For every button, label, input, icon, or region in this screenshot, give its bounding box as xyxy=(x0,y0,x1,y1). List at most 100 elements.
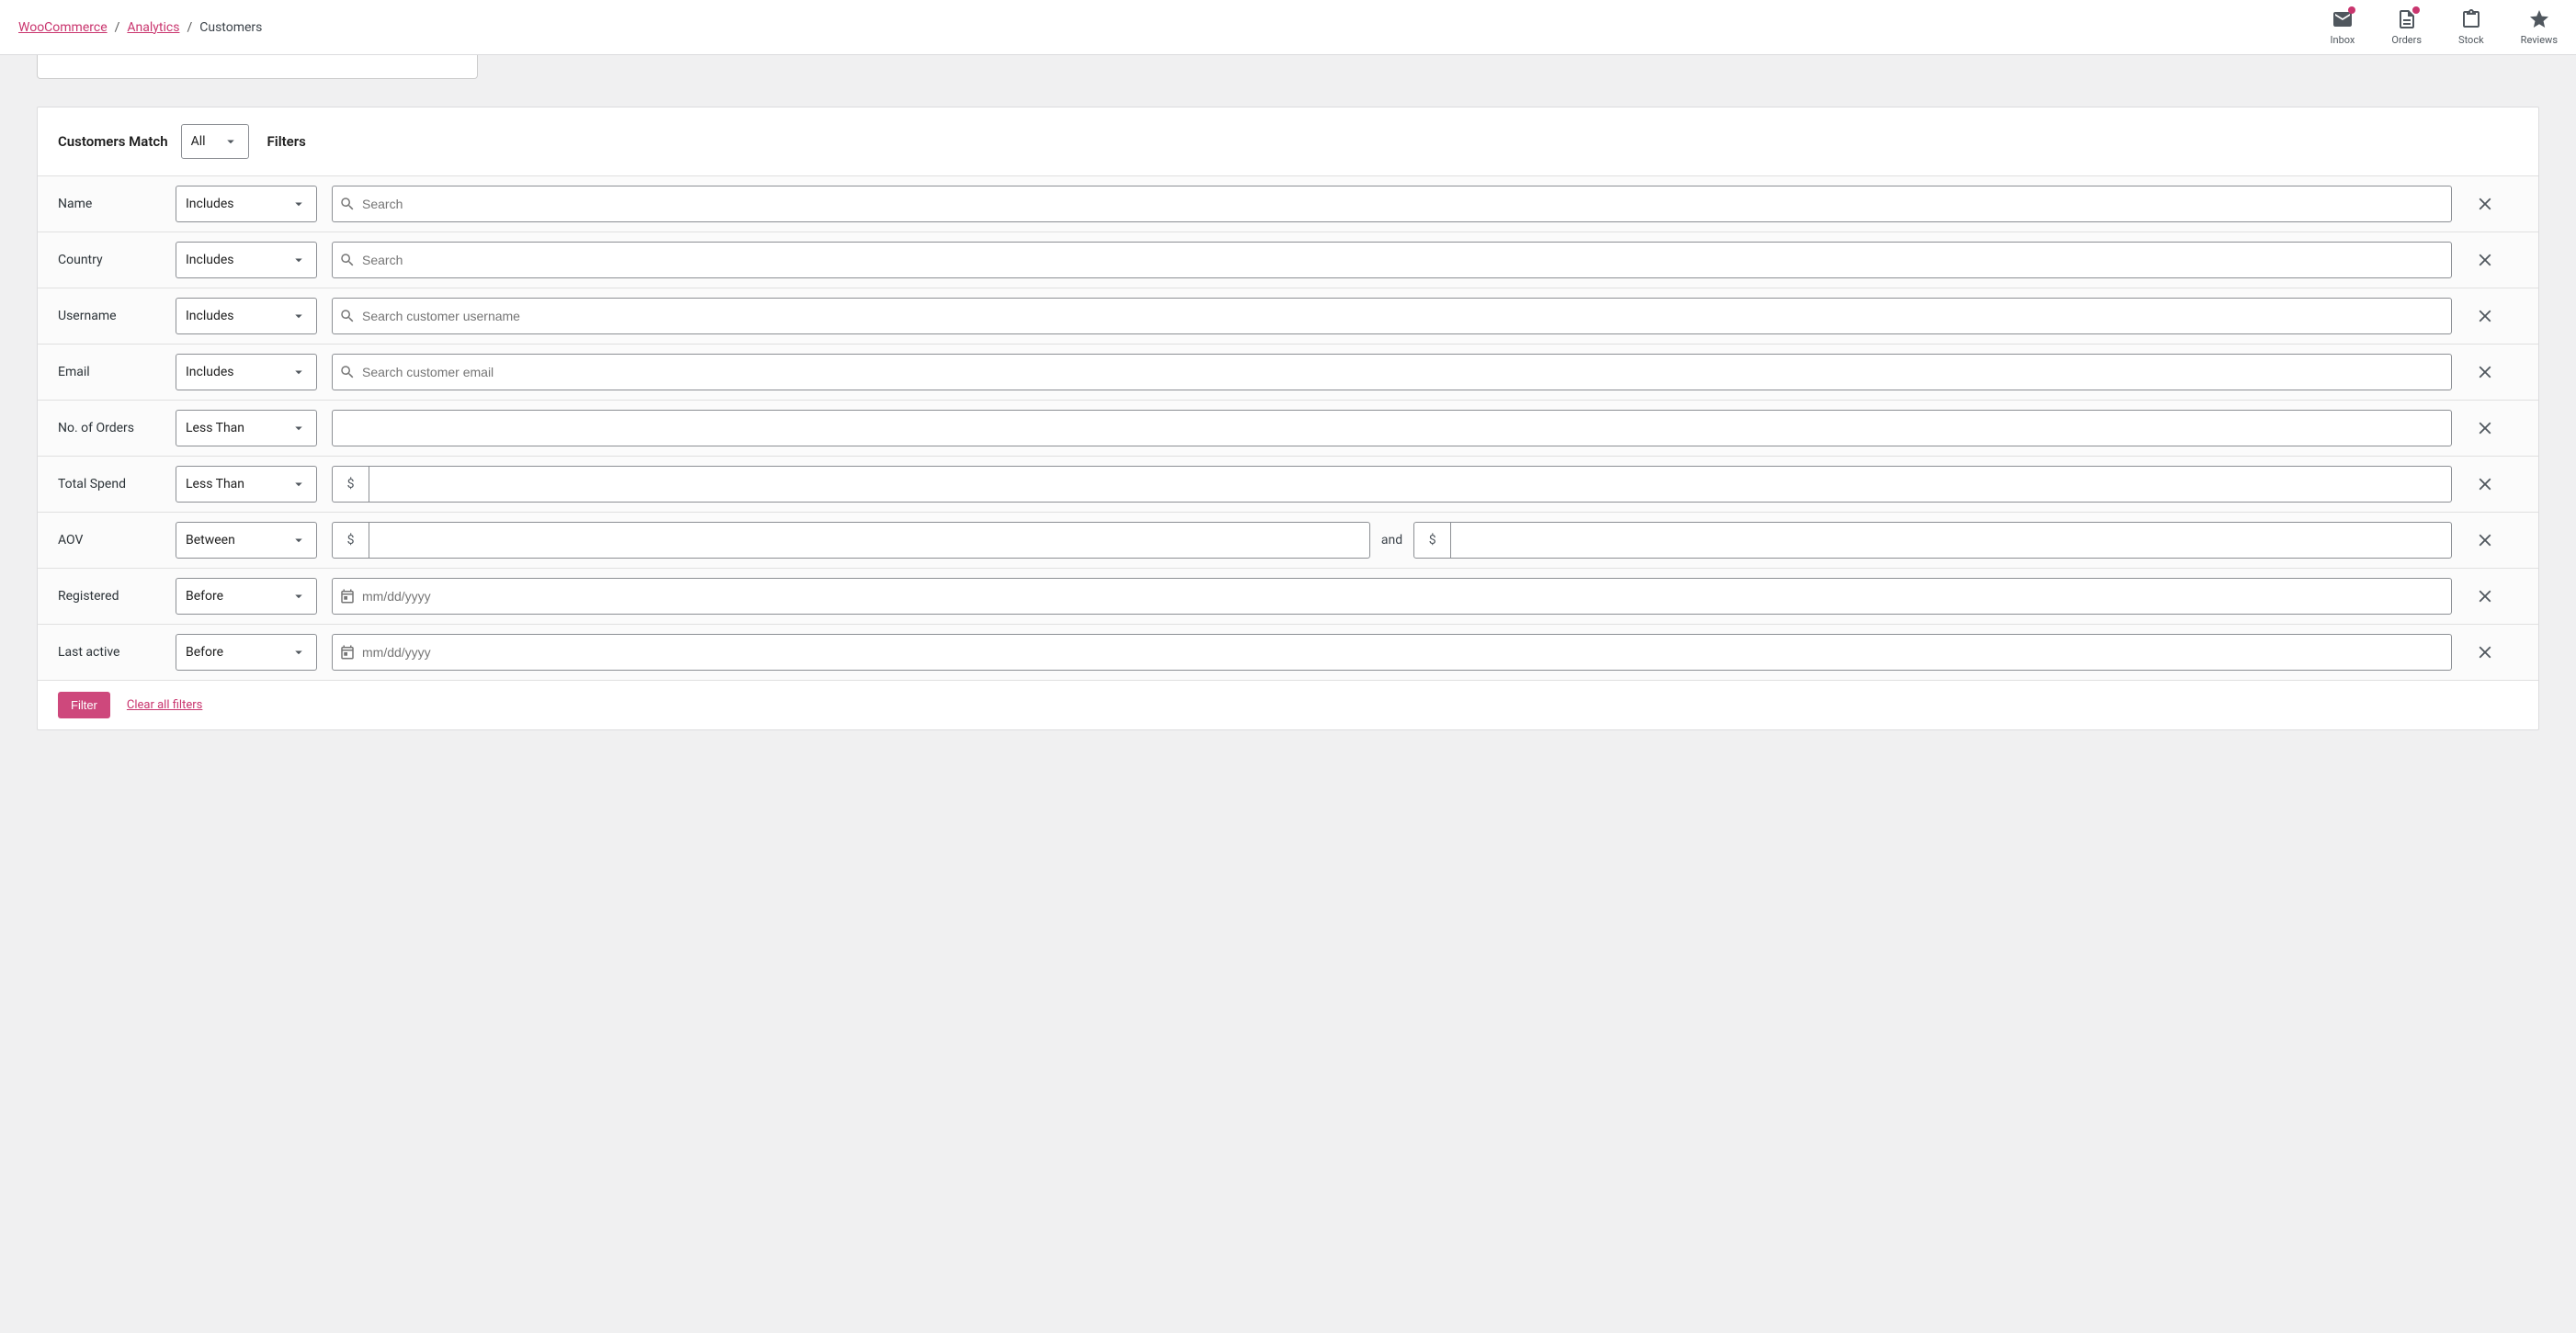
filters-label: Filters xyxy=(267,133,306,150)
registered-date-input[interactable] xyxy=(362,579,2451,614)
customers-match-label: Customers Match xyxy=(58,133,168,150)
chevron-down-icon xyxy=(290,532,307,548)
spend-input[interactable] xyxy=(369,467,2451,502)
nav-reviews-label: Reviews xyxy=(2521,34,2558,46)
breadcrumb-analytics[interactable]: Analytics xyxy=(127,20,179,35)
aov-min-input[interactable] xyxy=(369,523,1369,558)
calendar-icon xyxy=(333,588,362,604)
spend-input-wrap: $ xyxy=(332,466,2452,503)
breadcrumb-current: Customers xyxy=(199,20,262,35)
aov-operator-select[interactable]: Between xyxy=(176,522,317,559)
close-icon xyxy=(2475,418,2495,438)
filter-row-username: Username Includes xyxy=(38,288,2538,345)
remove-username-filter[interactable] xyxy=(2467,298,2503,334)
operator-value: Before xyxy=(186,589,223,604)
remove-registered-filter[interactable] xyxy=(2467,578,2503,615)
remove-country-filter[interactable] xyxy=(2467,242,2503,278)
close-icon xyxy=(2475,642,2495,662)
name-operator-select[interactable]: Includes xyxy=(176,186,317,222)
operator-value: Includes xyxy=(186,197,234,211)
remove-aov-filter[interactable] xyxy=(2467,522,2503,559)
row-label: Registered xyxy=(58,589,161,604)
nav-stock-label: Stock xyxy=(2458,34,2484,46)
registered-operator-select[interactable]: Before xyxy=(176,578,317,615)
chevron-down-icon xyxy=(290,364,307,380)
filters-card: Customers Match All Filters Name Include… xyxy=(37,107,2539,730)
currency-symbol: $ xyxy=(333,523,369,558)
operator-value: Less Than xyxy=(186,477,244,491)
notification-dot xyxy=(2412,6,2420,14)
username-search-input[interactable] xyxy=(362,299,2451,333)
close-icon xyxy=(2475,362,2495,382)
row-label: Country xyxy=(58,253,161,267)
nav-reviews[interactable]: Reviews xyxy=(2521,8,2558,46)
row-label: AOV xyxy=(58,533,161,548)
breadcrumb-woocommerce[interactable]: WooCommerce xyxy=(18,20,108,35)
chevron-down-icon xyxy=(290,644,307,661)
username-search-wrap xyxy=(332,298,2452,334)
email-search-wrap xyxy=(332,354,2452,390)
row-label: Total Spend xyxy=(58,477,161,491)
filter-row-orders: No. of Orders Less Than xyxy=(38,401,2538,457)
row-label: Username xyxy=(58,309,161,323)
filter-button[interactable]: Filter xyxy=(58,692,110,718)
orders-input[interactable] xyxy=(333,411,2451,446)
email-operator-select[interactable]: Includes xyxy=(176,354,317,390)
remove-orders-filter[interactable] xyxy=(2467,410,2503,446)
notification-dot xyxy=(2348,6,2355,14)
aov-max-wrap: $ xyxy=(1413,522,2452,559)
calendar-icon xyxy=(333,644,362,661)
aov-max-input[interactable] xyxy=(1451,523,2451,558)
username-operator-select[interactable]: Includes xyxy=(176,298,317,334)
clear-filters-link[interactable]: Clear all filters xyxy=(127,698,202,712)
stock-icon xyxy=(2460,8,2482,30)
close-icon xyxy=(2475,306,2495,326)
country-search-wrap xyxy=(332,242,2452,278)
remove-spend-filter[interactable] xyxy=(2467,466,2503,503)
filters-card-header: Customers Match All Filters xyxy=(38,107,2538,176)
chevron-down-icon xyxy=(290,308,307,324)
country-operator-select[interactable]: Includes xyxy=(176,242,317,278)
match-select[interactable]: All xyxy=(181,124,249,159)
email-search-input[interactable] xyxy=(362,355,2451,390)
close-icon xyxy=(2475,194,2495,214)
name-search-input[interactable] xyxy=(362,186,2451,221)
operator-value: Includes xyxy=(186,309,234,323)
filter-row-aov: AOV Between $ and $ xyxy=(38,513,2538,569)
row-label: Email xyxy=(58,365,161,379)
orders-input-wrap xyxy=(332,410,2452,446)
breadcrumb-sep: / xyxy=(115,20,120,35)
country-search-input[interactable] xyxy=(362,243,2451,277)
aov-between-wrap: $ and $ xyxy=(332,522,2452,559)
close-icon xyxy=(2475,586,2495,606)
last-active-operator-select[interactable]: Before xyxy=(176,634,317,671)
row-label: No. of Orders xyxy=(58,421,161,435)
chevron-down-icon xyxy=(290,476,307,492)
search-icon xyxy=(333,364,362,380)
last-active-date-input[interactable] xyxy=(362,635,2451,670)
nav-inbox[interactable]: Inbox xyxy=(2331,8,2355,46)
operator-value: Between xyxy=(186,533,235,548)
top-nav: Inbox Orders Stock Reviews xyxy=(2331,8,2558,46)
chevron-down-icon xyxy=(222,133,239,150)
previous-control-truncated xyxy=(37,55,478,79)
currency-symbol: $ xyxy=(333,467,369,502)
chevron-down-icon xyxy=(290,588,307,604)
remove-email-filter[interactable] xyxy=(2467,354,2503,390)
operator-value: Includes xyxy=(186,253,234,267)
nav-orders-label: Orders xyxy=(2391,34,2422,46)
filter-row-email: Email Includes xyxy=(38,345,2538,401)
filter-row-name: Name Includes xyxy=(38,176,2538,232)
match-select-value: All xyxy=(191,134,206,149)
last-active-date-wrap xyxy=(332,634,2452,671)
nav-orders[interactable]: Orders xyxy=(2391,8,2422,46)
remove-last-active-filter[interactable] xyxy=(2467,634,2503,671)
nav-stock[interactable]: Stock xyxy=(2458,8,2484,46)
spend-operator-select[interactable]: Less Than xyxy=(176,466,317,503)
filter-row-last-active: Last active Before xyxy=(38,625,2538,681)
orders-operator-select[interactable]: Less Than xyxy=(176,410,317,446)
chevron-down-icon xyxy=(290,420,307,436)
search-icon xyxy=(333,252,362,268)
remove-name-filter[interactable] xyxy=(2467,186,2503,222)
nav-inbox-label: Inbox xyxy=(2331,34,2355,46)
